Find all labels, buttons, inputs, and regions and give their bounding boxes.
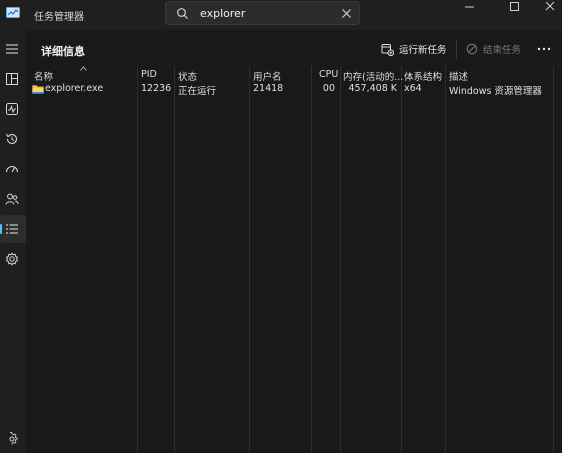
title-bar: 任务管理器 bbox=[0, 0, 562, 30]
column-divider[interactable] bbox=[137, 66, 138, 453]
cell-username: 21418 bbox=[253, 83, 284, 94]
page-title: 详细信息 bbox=[41, 45, 85, 58]
cell-memory: 457,408 K bbox=[348, 83, 397, 94]
column-header-pid[interactable]: PID bbox=[141, 69, 157, 80]
details-icon bbox=[6, 224, 18, 234]
column-divider[interactable] bbox=[249, 66, 250, 453]
sort-ascending-icon bbox=[80, 66, 87, 71]
main-panel: 详细信息 运行新任务 结束任务 名称 PID 状态 用户名 CPU 内存(活动的… bbox=[26, 30, 562, 453]
processes-icon bbox=[6, 73, 18, 85]
services-icon bbox=[5, 252, 19, 266]
nav-item-settings[interactable] bbox=[0, 425, 26, 453]
run-new-task-label: 运行新任务 bbox=[399, 45, 447, 56]
left-nav bbox=[0, 30, 26, 453]
users-icon bbox=[5, 193, 19, 205]
search-input[interactable] bbox=[200, 6, 330, 21]
performance-icon bbox=[6, 103, 18, 115]
close-icon[interactable] bbox=[532, 0, 562, 24]
task-manager-app-icon bbox=[6, 7, 20, 18]
cell-status: 正在运行 bbox=[178, 86, 217, 97]
table-row[interactable]: explorer.exe 12236 正在运行 21418 00 457,408… bbox=[26, 81, 562, 97]
hamburger-menu-icon bbox=[6, 44, 18, 54]
column-divider[interactable] bbox=[340, 66, 341, 453]
startup-apps-icon bbox=[5, 166, 19, 173]
nav-item-startup-apps[interactable] bbox=[0, 155, 26, 183]
end-task-icon bbox=[466, 43, 478, 55]
nav-item-processes[interactable] bbox=[0, 65, 26, 93]
column-divider[interactable] bbox=[311, 66, 312, 453]
more-options-icon[interactable] bbox=[536, 44, 552, 54]
cell-pid: 12236 bbox=[141, 83, 172, 94]
run-new-task-button[interactable]: 运行新任务 bbox=[381, 41, 447, 57]
nav-item-performance[interactable] bbox=[0, 95, 26, 123]
nav-item-details[interactable] bbox=[0, 215, 26, 243]
column-divider[interactable] bbox=[553, 66, 554, 453]
window-title: 任务管理器 bbox=[34, 12, 84, 23]
end-task-button[interactable]: 结束任务 bbox=[466, 41, 521, 57]
app-history-icon bbox=[6, 133, 18, 144]
column-divider[interactable] bbox=[401, 66, 402, 453]
end-task-label: 结束任务 bbox=[483, 45, 522, 56]
column-header-cpu[interactable]: CPU bbox=[319, 69, 338, 80]
settings-icon bbox=[9, 432, 18, 445]
details-table: 名称 PID 状态 用户名 CPU 内存(活动的... 体系结构 描述 expl… bbox=[26, 66, 562, 453]
column-divider[interactable] bbox=[445, 66, 446, 453]
cell-cpu: 00 bbox=[322, 83, 335, 94]
cell-description: Windows 资源管理器 bbox=[449, 86, 542, 97]
nav-item-app-history[interactable] bbox=[0, 125, 26, 153]
column-divider[interactable] bbox=[174, 66, 175, 453]
nav-item-services[interactable] bbox=[0, 245, 26, 273]
nav-item-users[interactable] bbox=[0, 185, 26, 213]
run-new-task-icon bbox=[381, 43, 394, 56]
details-header: 详细信息 运行新任务 结束任务 bbox=[26, 30, 562, 66]
folder-icon bbox=[32, 85, 44, 94]
search-icon bbox=[177, 8, 188, 19]
clear-search-icon[interactable] bbox=[341, 8, 352, 19]
nav-menu-toggle[interactable] bbox=[0, 35, 26, 63]
cell-architecture: x64 bbox=[404, 83, 422, 94]
search-box[interactable] bbox=[165, 1, 360, 25]
cell-name: explorer.exe bbox=[45, 83, 104, 94]
toolbar-divider bbox=[456, 40, 457, 59]
